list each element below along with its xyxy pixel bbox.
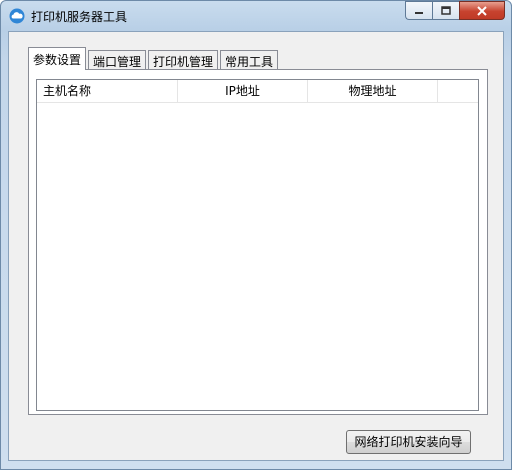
app-window: 打印机服务器工具 参数设置 端口管理 打印机管理 常用工具 主机名称 IP地址 … (0, 0, 512, 470)
column-label: IP地址 (225, 84, 260, 98)
close-icon (477, 5, 487, 16)
title-bar[interactable]: 打印机服务器工具 (1, 1, 511, 31)
tab-label: 打印机管理 (153, 55, 214, 69)
maximize-icon (441, 6, 451, 15)
host-list[interactable]: 主机名称 IP地址 物理地址 (36, 79, 479, 411)
tab-label: 参数设置 (33, 53, 82, 67)
client-area: 参数设置 端口管理 打印机管理 常用工具 主机名称 IP地址 物理地址 网络打印… (8, 31, 504, 461)
minimize-icon (415, 11, 423, 14)
maximize-button[interactable] (432, 1, 459, 20)
column-header-hostname[interactable]: 主机名称 (37, 80, 178, 102)
column-label: 物理地址 (348, 84, 397, 98)
tab-port-management[interactable]: 端口管理 (88, 50, 146, 70)
tab-label: 常用工具 (225, 55, 274, 69)
cloud-icon (9, 8, 25, 24)
network-printer-install-wizard-button[interactable]: 网络打印机安装向导 (346, 430, 471, 454)
column-header-filler (438, 80, 478, 102)
tab-label: 端口管理 (93, 55, 142, 69)
tab-printer-management[interactable]: 打印机管理 (148, 50, 218, 70)
tab-parameter-settings[interactable]: 参数设置 (28, 47, 86, 70)
tab-panel-parameter-settings: 主机名称 IP地址 物理地址 (28, 69, 488, 415)
window-title: 打印机服务器工具 (31, 10, 128, 24)
close-button[interactable] (459, 1, 505, 20)
minimize-button[interactable] (405, 1, 432, 20)
column-header-ip[interactable]: IP地址 (178, 80, 308, 102)
list-header: 主机名称 IP地址 物理地址 (37, 80, 478, 103)
column-label: 主机名称 (43, 84, 92, 98)
tab-common-tools[interactable]: 常用工具 (220, 50, 278, 70)
column-header-mac[interactable]: 物理地址 (308, 80, 438, 102)
